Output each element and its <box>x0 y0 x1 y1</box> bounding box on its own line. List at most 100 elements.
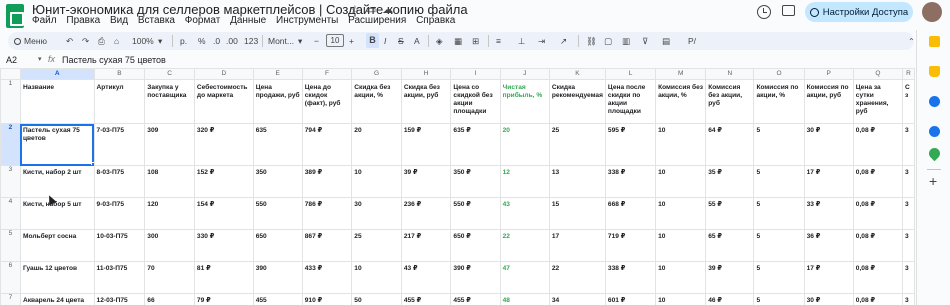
column-header[interactable]: D <box>193 68 254 80</box>
table-cell[interactable]: 910 ₽ <box>301 293 353 305</box>
table-cell[interactable]: 350 ₽ <box>450 165 501 198</box>
font-size-input[interactable]: 10 <box>326 34 344 47</box>
table-cell[interactable]: 0,08 ₽ <box>852 229 904 262</box>
table-cell[interactable]: 3 <box>902 197 915 230</box>
align-vertical-icon[interactable]: ⊥ <box>518 36 525 47</box>
table-cell[interactable]: 635 ₽ <box>450 123 501 166</box>
table-cell[interactable]: 159 ₽ <box>400 123 452 166</box>
comment-icon[interactable] <box>782 5 795 16</box>
comment-add-icon[interactable]: ▢ <box>604 36 612 47</box>
table-cell[interactable]: 3 <box>902 165 915 198</box>
table-cell[interactable]: 550 <box>252 197 303 230</box>
table-cell[interactable]: 719 ₽ <box>604 229 657 262</box>
table-cell[interactable]: 64 ₽ <box>705 123 755 166</box>
column-header[interactable]: N <box>705 68 755 80</box>
table-cell[interactable]: 25 <box>351 229 402 262</box>
filter-icon[interactable]: ⊽ <box>642 36 648 47</box>
strikethrough-icon[interactable]: S <box>398 36 404 46</box>
table-cell[interactable]: 15 <box>548 197 606 230</box>
table-cell[interactable]: 12 <box>499 165 550 198</box>
table-cell[interactable]: 10 <box>655 293 707 305</box>
decrease-decimals-button[interactable]: .0 <box>213 36 220 46</box>
table-cell[interactable]: 5 <box>753 229 805 262</box>
table-cell[interactable]: 5 <box>753 261 805 294</box>
currency-format-button[interactable]: p. <box>180 36 187 46</box>
table-cell[interactable]: 108 <box>144 165 195 198</box>
row-header[interactable]: 1 <box>0 79 21 124</box>
column-header[interactable]: I <box>450 68 501 80</box>
header-cell[interactable]: Комиссия без акции, % <box>655 79 707 124</box>
functions-button[interactable]: Р/ <box>688 36 696 46</box>
tasks-icon[interactable] <box>929 96 940 107</box>
table-cell[interactable]: 79 ₽ <box>193 293 254 305</box>
table-cell[interactable]: 43 <box>499 197 550 230</box>
header-cell[interactable]: Комиссия без акции, руб <box>705 79 755 124</box>
header-cell[interactable]: Комиссия по акции, % <box>753 79 805 124</box>
table-cell[interactable]: 455 <box>252 293 303 305</box>
table-cell[interactable]: 390 ₽ <box>450 261 501 294</box>
table-cell[interactable]: 55 ₽ <box>705 197 755 230</box>
table-cell[interactable]: 3 <box>902 293 915 305</box>
table-cell[interactable]: 13 <box>548 165 606 198</box>
table-cell[interactable]: 867 ₽ <box>301 229 353 262</box>
table-cell[interactable]: 30 ₽ <box>803 293 854 305</box>
plus-icon[interactable]: + <box>929 173 937 189</box>
menu-help[interactable]: Справка <box>416 15 455 26</box>
table-cell[interactable]: Кисти, набор 2 шт <box>19 165 95 198</box>
collapse-toolbar-icon[interactable]: ⌃ <box>908 37 915 46</box>
menu-search[interactable]: Меню <box>14 34 64 48</box>
menu-data[interactable]: Данные <box>230 15 266 26</box>
font-size-decrease[interactable]: − <box>314 36 319 46</box>
row-header[interactable]: 4 <box>0 197 21 230</box>
table-cell[interactable]: 650 <box>252 229 303 262</box>
font-select[interactable]: Mont... <box>268 36 294 46</box>
table-cell[interactable]: 30 ₽ <box>803 123 854 166</box>
table-cell[interactable]: 9-03-П75 <box>93 197 146 230</box>
table-cell[interactable]: 66 <box>144 293 195 305</box>
column-header[interactable]: H <box>400 68 452 80</box>
align-horizontal-icon[interactable]: ≡ <box>496 36 501 46</box>
row-header[interactable]: 5 <box>0 229 21 262</box>
menu-extensions[interactable]: Расширения <box>348 15 406 26</box>
row-header[interactable]: 7 <box>0 293 21 305</box>
table-cell[interactable]: 65 ₽ <box>705 229 755 262</box>
table-cell[interactable]: 17 <box>548 229 606 262</box>
header-cell[interactable]: Скидка без акции, руб <box>400 79 452 124</box>
table-cell[interactable]: 17 ₽ <box>803 261 854 294</box>
select-all-corner[interactable] <box>0 68 21 80</box>
table-cell[interactable]: 20 <box>499 123 550 166</box>
table-cell[interactable]: 152 ₽ <box>193 165 254 198</box>
table-cell[interactable]: 5 <box>753 197 805 230</box>
history-icon[interactable] <box>757 5 771 19</box>
table-cell[interactable]: 217 ₽ <box>400 229 452 262</box>
formula-input[interactable]: Пастель сухая 75 цветов <box>62 55 166 65</box>
bold-button[interactable]: B <box>366 33 379 48</box>
undo-icon[interactable]: ↶ <box>66 36 73 47</box>
table-cell[interactable]: 300 <box>144 229 195 262</box>
table-cell[interactable]: 455 ₽ <box>400 293 452 305</box>
header-cell[interactable]: Закупка у поставщика <box>144 79 195 124</box>
table-cell[interactable]: 10 <box>351 261 402 294</box>
table-cell[interactable]: Акварель 24 цвета <box>19 293 95 305</box>
table-cell[interactable]: 39 ₽ <box>400 165 452 198</box>
table-cell[interactable]: 48 <box>499 293 550 305</box>
column-header[interactable]: K <box>548 68 606 80</box>
table-cell[interactable]: 320 ₽ <box>193 123 254 166</box>
table-cell[interactable]: 10 <box>655 165 707 198</box>
table-cell[interactable]: 43 ₽ <box>400 261 452 294</box>
avatar[interactable] <box>922 2 942 22</box>
column-header[interactable]: R <box>902 68 915 80</box>
sheets-logo[interactable] <box>6 4 24 28</box>
column-header[interactable]: B <box>93 68 146 80</box>
merge-cells-icon[interactable]: ⊞ <box>472 36 479 47</box>
header-cell[interactable]: Цена за сутки хранения, руб <box>852 79 904 124</box>
table-cell[interactable]: 8-03-П75 <box>93 165 146 198</box>
column-header[interactable]: F <box>301 68 353 80</box>
font-size-increase[interactable]: + <box>349 36 354 46</box>
text-color-icon[interactable]: A <box>414 36 420 46</box>
table-cell[interactable]: 12-03-П75 <box>93 293 146 305</box>
menu-insert[interactable]: Вставка <box>138 15 175 26</box>
table-cell[interactable]: 601 ₽ <box>604 293 657 305</box>
header-cell[interactable]: Артикул <box>93 79 146 124</box>
table-cell[interactable]: 3 <box>902 261 915 294</box>
